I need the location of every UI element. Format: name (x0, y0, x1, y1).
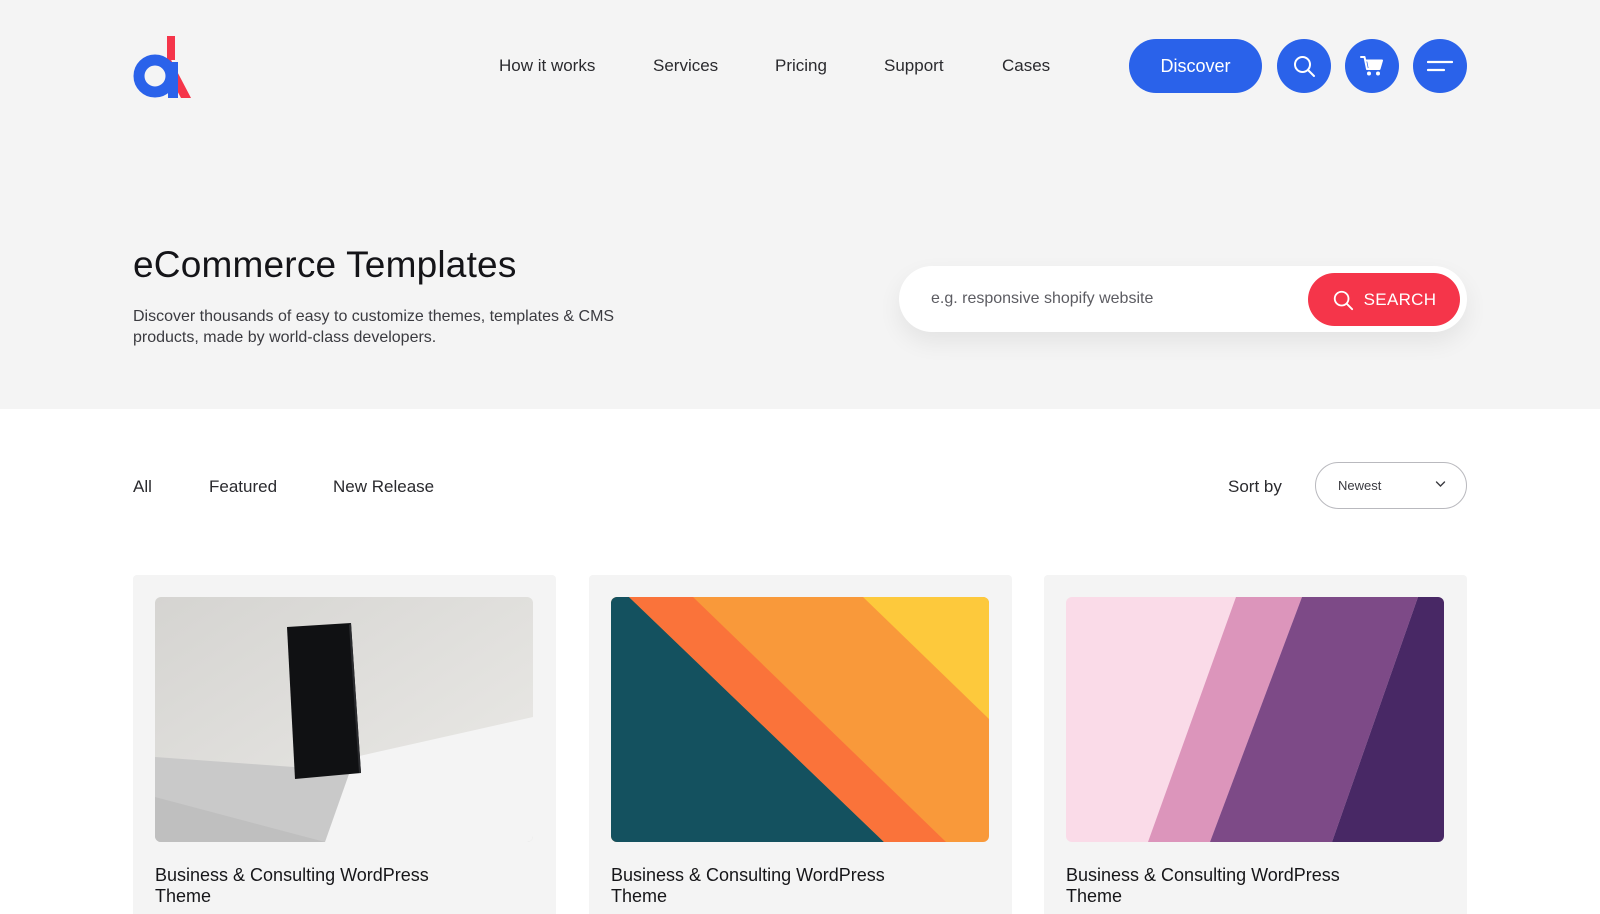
search-submit-button[interactable]: SEARCH (1308, 273, 1460, 326)
nav-link-services[interactable]: Services (653, 56, 718, 76)
template-card[interactable]: Business & Consulting WordPress Theme (589, 575, 1012, 914)
sort-value: Newest (1338, 478, 1382, 493)
card-title[interactable]: Business & Consulting WordPress Theme (611, 865, 931, 907)
search-bar: SEARCH (899, 266, 1467, 332)
search-input[interactable] (931, 286, 1291, 312)
search-button[interactable] (1277, 39, 1331, 93)
menu-icon (1427, 60, 1453, 72)
card-image-product-box (155, 597, 533, 842)
card-image-stripes-orange (611, 597, 989, 842)
card-title[interactable]: Business & Consulting WordPress Theme (1066, 865, 1386, 907)
search-icon (1294, 56, 1315, 77)
card-thumbnail[interactable] (611, 597, 989, 842)
card-image-stripes-purple (1066, 597, 1444, 842)
sort-select[interactable]: Newest (1315, 462, 1467, 509)
cart-button[interactable] (1345, 39, 1399, 93)
cart-icon (1360, 56, 1383, 76)
template-card[interactable]: Business & Consulting WordPress Theme (133, 575, 556, 914)
tab-new-release[interactable]: New Release (333, 477, 434, 497)
card-thumbnail[interactable] (1066, 597, 1444, 842)
template-card[interactable]: Business & Consulting WordPress Theme (1044, 575, 1467, 914)
tab-all[interactable]: All (133, 477, 152, 497)
discover-button[interactable]: Discover (1129, 39, 1262, 93)
search-button-label: SEARCH (1363, 289, 1437, 309)
nav-link-how-it-works[interactable]: How it works (499, 56, 595, 76)
chevron-down-icon (1435, 481, 1446, 487)
nav-link-pricing[interactable]: Pricing (775, 56, 827, 76)
tab-featured[interactable]: Featured (209, 477, 277, 497)
sort-label: Sort by (1228, 477, 1282, 496)
page-title: eCommerce Templates (133, 244, 517, 285)
nav-link-cases[interactable]: Cases (1002, 56, 1050, 76)
search-icon (1333, 290, 1353, 310)
card-thumbnail[interactable] (155, 597, 533, 842)
nav-link-support[interactable]: Support (884, 56, 944, 76)
page-description: Discover thousands of easy to customize … (133, 308, 615, 346)
menu-button[interactable] (1413, 39, 1467, 93)
card-title[interactable]: Business & Consulting WordPress Theme (155, 865, 475, 907)
